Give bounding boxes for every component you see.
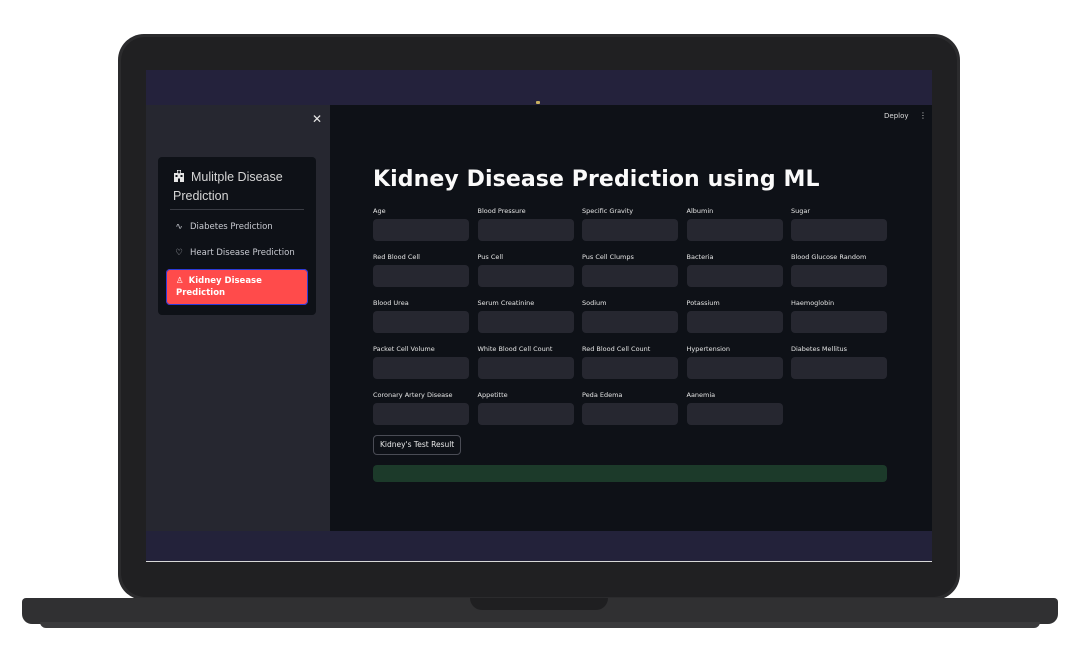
field-label: Diabetes Mellitus <box>791 345 847 353</box>
close-icon[interactable]: ✕ <box>312 113 322 125</box>
field-label: Pus Cell Clumps <box>582 253 634 261</box>
field-input[interactable] <box>791 357 887 379</box>
field-label: Albumin <box>686 207 714 215</box>
field-label: Blood Urea <box>373 299 409 307</box>
laptop-notch <box>470 598 608 610</box>
field-label: Sugar <box>791 207 811 215</box>
field-label: Hypertension <box>686 345 731 353</box>
more-menu-icon[interactable]: ⋮ <box>919 111 927 120</box>
menu-title-text: Mulitple Disease Prediction <box>173 170 283 203</box>
field-input[interactable] <box>582 311 678 333</box>
field-label: Haemoglobin <box>791 299 835 307</box>
field-label: Sodium <box>582 299 607 307</box>
field-label: Red Blood Cell Count <box>582 345 651 353</box>
field-input[interactable] <box>477 265 574 287</box>
field-label: Red Blood Cell <box>373 253 420 261</box>
field-label: Blood Glucose Random <box>791 253 867 261</box>
field-label: White Blood Cell Count <box>477 345 553 353</box>
page-title: Kidney Disease Prediction using ML <box>373 167 820 192</box>
field-input[interactable] <box>686 311 783 333</box>
field-input[interactable] <box>686 357 783 379</box>
top-indicator <box>536 101 540 104</box>
field-input[interactable] <box>373 219 469 241</box>
activity-icon: ∿ <box>175 222 183 232</box>
sidebar-item-heart[interactable]: ♡ Heart Disease Prediction <box>166 242 308 264</box>
field-label: Serum Creatinine <box>477 299 535 307</box>
field-input[interactable] <box>477 219 574 241</box>
menu-title: Mulitple Disease Prediction <box>173 168 303 206</box>
field-input[interactable] <box>582 265 678 287</box>
hospital-icon <box>174 170 184 182</box>
browser-top-band <box>146 70 932 105</box>
field-label: Packet Cell Volume <box>373 345 435 353</box>
person-icon: ♙ <box>176 276 184 286</box>
field-input[interactable] <box>582 357 678 379</box>
field-input[interactable] <box>373 265 469 287</box>
field-label: Specific Gravity <box>582 207 634 215</box>
heart-icon: ♡ <box>175 248 183 258</box>
field-input[interactable] <box>373 311 469 333</box>
screen: ✕ Mulitple Disease Prediction ∿ Diabetes … <box>146 70 932 562</box>
field-input[interactable] <box>477 311 574 333</box>
field-input[interactable] <box>791 265 887 287</box>
field-label: Coronary Artery Disease <box>373 391 453 399</box>
main-content: Deploy ⋮ Kidney Disease Prediction using… <box>330 105 932 531</box>
field-label: Aanemia <box>686 391 716 399</box>
field-label: Peda Edema <box>582 391 623 399</box>
navigation-menu: Mulitple Disease Prediction ∿ Diabetes Pr… <box>158 157 316 315</box>
sidebar-item-label: Diabetes Prediction <box>190 222 273 232</box>
field-input[interactable] <box>373 357 469 379</box>
sidebar-item-kidney[interactable]: ♙ Kidney Disease Prediction <box>166 269 308 305</box>
sidebar-item-diabetes[interactable]: ∿ Diabetes Prediction <box>166 216 308 238</box>
field-input[interactable] <box>477 357 574 379</box>
sidebar-item-label: Heart Disease Prediction <box>190 248 295 258</box>
field-input[interactable] <box>582 403 678 425</box>
field-input[interactable] <box>686 219 783 241</box>
field-input[interactable] <box>686 403 783 425</box>
field-label: Potassium <box>686 299 720 307</box>
field-input[interactable] <box>582 219 678 241</box>
laptop-base-edge <box>40 622 1040 628</box>
field-label: Age <box>373 207 386 215</box>
menu-divider <box>170 209 304 210</box>
field-label: Blood Pressure <box>477 207 526 215</box>
field-input[interactable] <box>477 403 574 425</box>
deploy-button[interactable]: Deploy <box>884 112 909 120</box>
test-result-button[interactable]: Kidney's Test Result <box>373 435 462 455</box>
sidebar-item-label: Kidney Disease Prediction <box>176 276 262 298</box>
result-banner <box>373 465 887 482</box>
field-label: Appetitte <box>477 391 508 399</box>
field-input[interactable] <box>373 403 469 425</box>
field-input[interactable] <box>686 265 783 287</box>
field-label: Bacteria <box>686 253 714 261</box>
browser-bottom-band <box>146 531 932 561</box>
field-label: Pus Cell <box>477 253 504 261</box>
sidebar: ✕ Mulitple Disease Prediction ∿ Diabetes … <box>146 105 330 531</box>
field-input[interactable] <box>791 219 887 241</box>
field-input[interactable] <box>791 311 887 333</box>
